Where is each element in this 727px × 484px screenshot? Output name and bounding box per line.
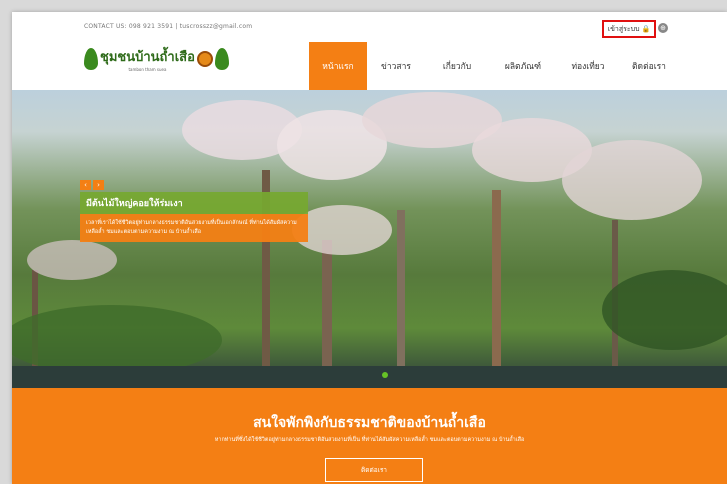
site-logo[interactable]: ชุมชนบ้านถ้ำเสือ tambon tham suea: [84, 46, 229, 72]
blossom-canopy: [562, 140, 702, 220]
contact-us-button[interactable]: ติดต่อเรา: [325, 458, 423, 482]
slider-prev-button[interactable]: ‹: [80, 180, 91, 190]
slider-indicator-dot[interactable]: [382, 372, 388, 378]
browser-page: CONTACT US: 098 921 3591 | tuscrosszz@gm…: [12, 12, 727, 484]
blossom-canopy: [27, 240, 117, 280]
globe-icon[interactable]: ⊕: [658, 23, 668, 33]
slide-title: มีต้นไม้ใหญ่คอยให้ร่มเงา: [80, 192, 308, 214]
cta-title: สนใจพักพิงกับธรรมชาติของบ้านถ้ำเสือ: [253, 415, 486, 431]
tree-trunk: [322, 240, 332, 380]
slide-body: เวลาที่เราได้ใช้ชีวิตอยู่ท่ามกลางธรรมชาต…: [80, 214, 308, 242]
tree-trunk: [492, 190, 501, 380]
lock-icon: 🔒: [641, 25, 651, 33]
brand-name: ชุมชนบ้านถ้ำเสือ: [100, 50, 195, 65]
main-navbar: ชุมชนบ้านถ้ำเสือ tambon tham suea หน้าแร…: [12, 42, 727, 90]
login-button[interactable]: เข้าสู่ระบบ 🔒: [602, 20, 656, 38]
cta-subtitle: หากท่านที่ซึ่งได้ใช้ชีวิตอยู่ท่ามกลางธรร…: [214, 437, 525, 443]
nav-item-tourism[interactable]: ท่องเที่ยว: [557, 42, 619, 90]
ground-shadow: [12, 366, 727, 388]
nav-item-news[interactable]: ข่าวสาร: [367, 42, 425, 90]
brand-tagline: tambon tham suea: [128, 67, 167, 72]
contact-info: CONTACT US: 098 921 3591 | tuscrosszz@gm…: [84, 23, 253, 30]
login-label: เข้าสู่ระบบ: [607, 24, 640, 33]
top-bar: CONTACT US: 098 921 3591 | tuscrosszz@gm…: [12, 12, 727, 42]
slide-caption: ‹ › มีต้นไม้ใหญ่คอยให้ร่มเงา เวลาที่เราไ…: [80, 180, 308, 242]
slider-next-button[interactable]: ›: [93, 180, 104, 190]
nav-item-about[interactable]: เกี่ยวกับ: [425, 42, 489, 90]
leaf-icon: [84, 48, 98, 70]
cta-section: สนใจพักพิงกับธรรมชาติของบ้านถ้ำเสือ หากท…: [12, 388, 727, 484]
nav-item-home[interactable]: หน้าแรก: [309, 42, 367, 90]
nav-menu: หน้าแรก ข่าวสาร เกี่ยวกับ ผลิตภัณฑ์ ท่อง…: [309, 42, 679, 90]
leaf-icon: [214, 48, 229, 70]
tiger-icon: [196, 51, 213, 67]
green-foliage: [12, 305, 222, 375]
nav-item-contact[interactable]: ติดต่อเรา: [619, 42, 679, 90]
hero-slider[interactable]: ‹ › มีต้นไม้ใหญ่คอยให้ร่มเงา เวลาที่เราไ…: [12, 90, 727, 388]
nav-item-products[interactable]: ผลิตภัณฑ์: [489, 42, 557, 90]
green-foliage: [602, 270, 727, 350]
tree-trunk: [397, 210, 405, 380]
